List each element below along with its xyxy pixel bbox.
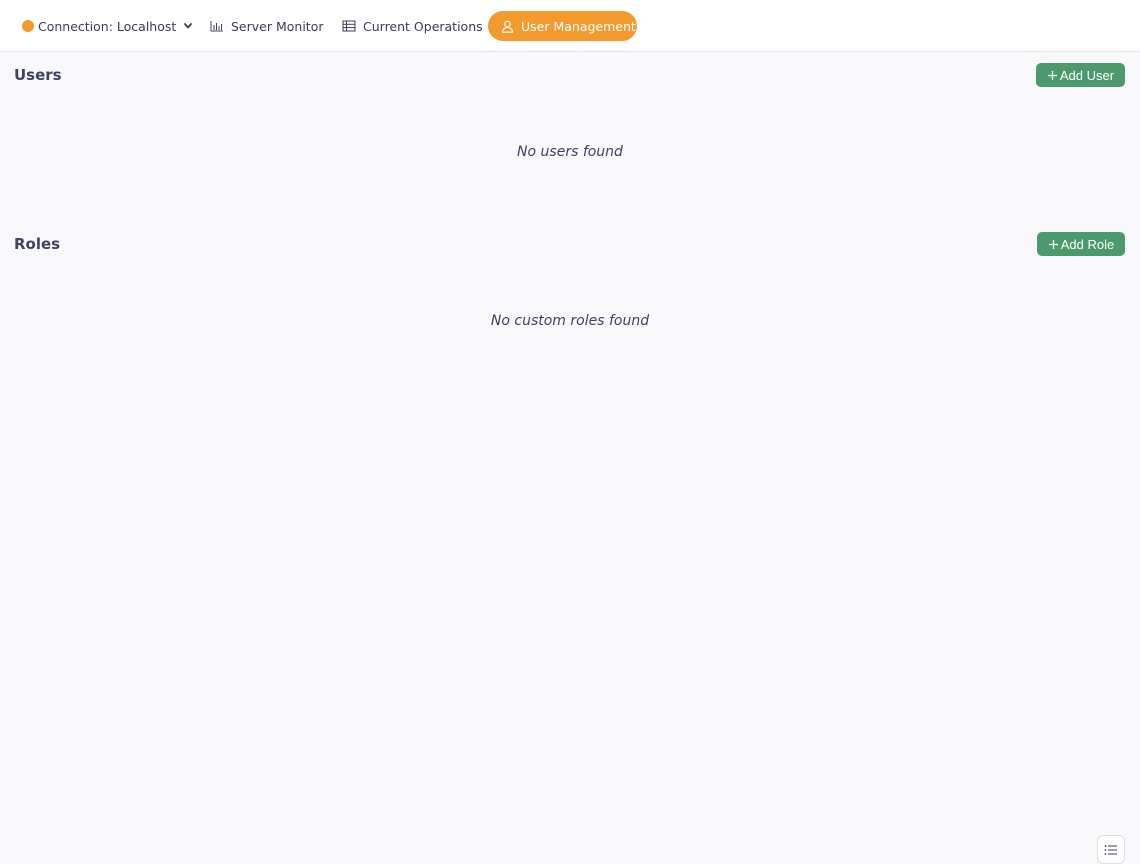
add-user-button[interactable]: Add User — [1036, 63, 1125, 87]
roles-empty-message: No custom roles found — [490, 313, 650, 329]
roles-section-title: Roles — [14, 235, 61, 253]
chevron-down-icon — [184, 23, 193, 29]
tab-server-monitor-label: Server Monitor — [231, 18, 324, 34]
connection-selector[interactable]: Connection: Localhost — [22, 11, 193, 41]
tab-user-management[interactable]: User Management — [488, 11, 637, 41]
users-section-title: Users — [14, 66, 62, 84]
tab-server-monitor[interactable]: Server Monitor — [210, 11, 323, 41]
bar-chart-icon — [210, 21, 223, 32]
tab-user-management-label: User Management — [521, 18, 636, 34]
list-icon — [1104, 844, 1117, 855]
add-role-label: Add Role — [1060, 236, 1115, 252]
add-role-button[interactable]: Add Role — [1037, 232, 1125, 256]
connection-status-dot — [22, 20, 34, 32]
connection-label: Connection: Localhost — [38, 18, 177, 34]
user-icon — [501, 20, 514, 33]
add-user-label: Add User — [1059, 67, 1115, 83]
plus-icon — [1048, 239, 1058, 249]
plus-icon — [1047, 70, 1057, 80]
tab-current-operations[interactable]: Current Operations — [342, 11, 483, 41]
table-of-contents-button[interactable] — [1097, 835, 1125, 864]
users-empty-message: No users found — [517, 144, 623, 160]
top-navigation-bar: Connection: Localhost Server Monitor Cur… — [0, 0, 1140, 52]
tab-current-operations-label: Current Operations — [363, 18, 483, 34]
operations-list-icon — [342, 20, 356, 32]
